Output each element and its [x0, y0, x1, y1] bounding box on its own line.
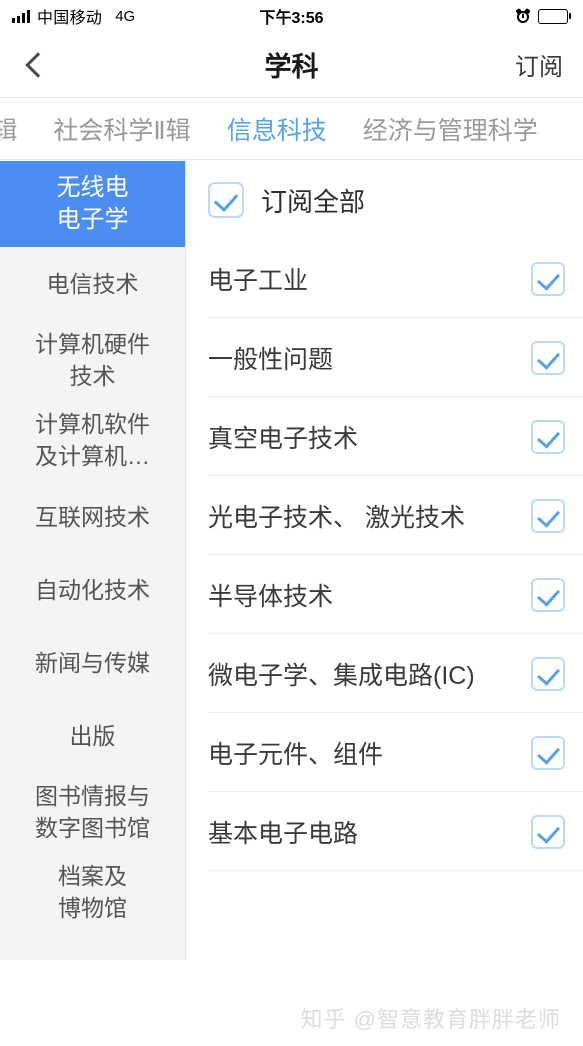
tab-0[interactable]: 学Ⅰ辑: [0, 111, 35, 147]
sidebar-item-line2: 数字图书馆: [35, 815, 150, 841]
subscription-row-label: 真空电子技术: [208, 424, 359, 453]
sidebar-item-0[interactable]: 无线电 电子学: [0, 161, 185, 247]
sidebar-item-8[interactable]: 图书情报与数字图书馆: [0, 772, 185, 852]
subscription-row[interactable]: 真空电子技术: [186, 397, 583, 476]
sidebar-item-6[interactable]: 新闻与传媒: [0, 626, 185, 699]
tab-list: 学Ⅰ辑社会科学Ⅱ辑信息科技经济与管理科学: [0, 111, 556, 147]
select-all-checkbox[interactable]: [208, 182, 244, 218]
sidebar-item-9[interactable]: 档案及 博物馆: [0, 852, 185, 932]
content-area: 无线电电子学电信技术计算机硬件技术计算机软件及计算机… 互联网技术自动化技术新闻与…: [0, 161, 583, 1046]
sidebar-item-line2: 技术: [69, 363, 116, 389]
watermark-label: 知乎 @智意教育胖胖老师: [300, 1007, 561, 1032]
app-root: 中国移动 4G 下午3:56 学科 订阅 学Ⅰ辑社会科学Ⅱ辑信息科技经济与管理科…: [0, 0, 583, 1046]
sidebar-item-line2: 电子学: [56, 206, 129, 233]
sidebar-item-label: 无线电 电子学: [57, 172, 129, 236]
tab-3[interactable]: 经济与管理科学: [345, 111, 556, 147]
subscription-list: 电子工业一般性问题真空电子技术光电子技术、 激光技术 半导体技术微电子学、集成电路…: [186, 239, 583, 871]
sidebar-item-label: 档案及 博物馆: [58, 860, 127, 924]
sidebar-item-line1: 计算机软件: [35, 411, 150, 437]
subscribe-action-button[interactable]: 订阅: [515, 47, 583, 82]
back-button[interactable]: [0, 32, 70, 97]
navigation-bar: 学科 订阅: [0, 32, 583, 98]
check-icon: [536, 266, 561, 291]
sidebar-item-label: 出版: [70, 720, 116, 752]
sidebar-item-1[interactable]: 电信技术: [0, 247, 185, 320]
sidebar-item-line1: 图书情报与: [35, 783, 150, 809]
sidebar-item-label: 计算机软件及计算机…: [35, 408, 150, 472]
tab-2[interactable]: 信息科技: [209, 111, 345, 147]
status-bar-right: [515, 7, 583, 24]
subscription-row-label: 一般性问题: [208, 345, 334, 374]
sidebar-item-label: 自动化技术: [35, 574, 150, 606]
sidebar-item-7[interactable]: 出版: [0, 699, 185, 772]
carrier-label: 中国移动: [37, 10, 103, 27]
subscription-row-checkbox[interactable]: [531, 498, 565, 533]
check-icon: [536, 424, 561, 449]
subscription-row-label: 电子元件、组件: [208, 740, 384, 769]
sidebar-item-label: 计算机硬件 技术: [35, 328, 150, 392]
sidebar-item-line1: 新闻与传媒: [35, 649, 150, 676]
sidebar-item-line1: 电信技术: [46, 270, 139, 297]
check-icon: [536, 819, 561, 844]
signal-bars-icon: [12, 9, 30, 23]
check-icon: [536, 661, 561, 686]
subject-detail-panel: 订阅全部 电子工业一般性问题真空电子技术光电子技术、 激光技术 半导体技术微电子学…: [186, 161, 583, 1046]
subscription-row-checkbox[interactable]: [531, 656, 565, 691]
select-all-label: 订阅全部: [261, 186, 366, 217]
subscription-row-label: 光电子技术、 激光技术: [208, 503, 465, 532]
subscription-row-checkbox[interactable]: [531, 419, 565, 454]
category-tab-strip[interactable]: 学Ⅰ辑社会科学Ⅱ辑信息科技经济与管理科学: [0, 98, 583, 160]
subscription-row[interactable]: 光电子技术、 激光技术: [186, 476, 583, 555]
check-icon: [536, 582, 561, 607]
sidebar-item-line2: 及计算机…: [35, 443, 150, 469]
sidebar-item-4[interactable]: 互联网技术: [0, 480, 185, 553]
sidebar-item-2[interactable]: 计算机硬件 技术: [0, 320, 185, 400]
sidebar-item-line1: 无线电: [56, 174, 129, 201]
subscription-row-checkbox[interactable]: [531, 340, 565, 375]
subscription-row-label: 电子工业: [208, 266, 309, 295]
subscription-row[interactable]: 微电子学、集成电路(IC): [186, 634, 583, 713]
sidebar-item-label: 新闻与传媒: [35, 647, 150, 679]
subscription-row[interactable]: 电子工业: [186, 239, 583, 318]
sidebar-item-label: 电信技术: [47, 268, 139, 300]
subject-sidebar[interactable]: 无线电电子学电信技术计算机硬件技术计算机软件及计算机… 互联网技术自动化技术新闻与…: [0, 161, 186, 960]
sidebar-item-5[interactable]: 自动化技术: [0, 553, 185, 626]
sidebar-item-line1: 计算机硬件: [35, 331, 150, 357]
battery-icon: [538, 8, 571, 24]
subscription-row[interactable]: 半导体技术: [186, 555, 583, 634]
subscription-row-label: 半导体技术: [208, 582, 334, 611]
alarm-clock-icon: [515, 7, 531, 23]
subscription-row[interactable]: 一般性问题: [186, 318, 583, 397]
subscription-row-checkbox[interactable]: [531, 814, 565, 849]
check-icon: [536, 503, 561, 528]
tab-1[interactable]: 社会科学Ⅱ辑: [35, 111, 208, 147]
chevron-left-icon: [25, 51, 51, 78]
sidebar-item-label: 图书情报与数字图书馆: [35, 780, 150, 844]
row-divider: [208, 870, 583, 871]
subscription-row-label: 微电子学、集成电路(IC): [208, 661, 475, 690]
sidebar-item-3[interactable]: 计算机软件及计算机…: [0, 400, 185, 480]
subscription-row[interactable]: 基本电子电路: [186, 792, 583, 871]
check-icon: [213, 187, 239, 212]
sidebar-item-line2: 博物馆: [58, 895, 127, 921]
select-all-row[interactable]: 订阅全部: [186, 161, 583, 239]
check-icon: [536, 740, 561, 765]
subscription-row-checkbox[interactable]: [531, 735, 565, 770]
network-type-label: 4G: [115, 7, 136, 25]
subscription-row[interactable]: 电子元件、组件: [186, 713, 583, 792]
sidebar-item-line1: 档案及: [58, 863, 127, 889]
status-bar-left: 中国移动 4G: [0, 4, 135, 28]
sidebar-item-line1: 互联网技术: [35, 503, 150, 530]
subscription-row-checkbox[interactable]: [531, 577, 565, 612]
check-icon: [536, 345, 561, 370]
page-title: 学科: [264, 52, 319, 82]
status-bar: 中国移动 4G 下午3:56: [0, 0, 583, 32]
subscription-row-checkbox[interactable]: [531, 261, 565, 296]
sidebar-item-line1: 自动化技术: [35, 576, 150, 603]
sidebar-item-label: 互联网技术: [35, 501, 150, 533]
subscription-row-label: 基本电子电路: [208, 819, 359, 848]
sidebar-item-line1: 出版: [69, 722, 116, 749]
